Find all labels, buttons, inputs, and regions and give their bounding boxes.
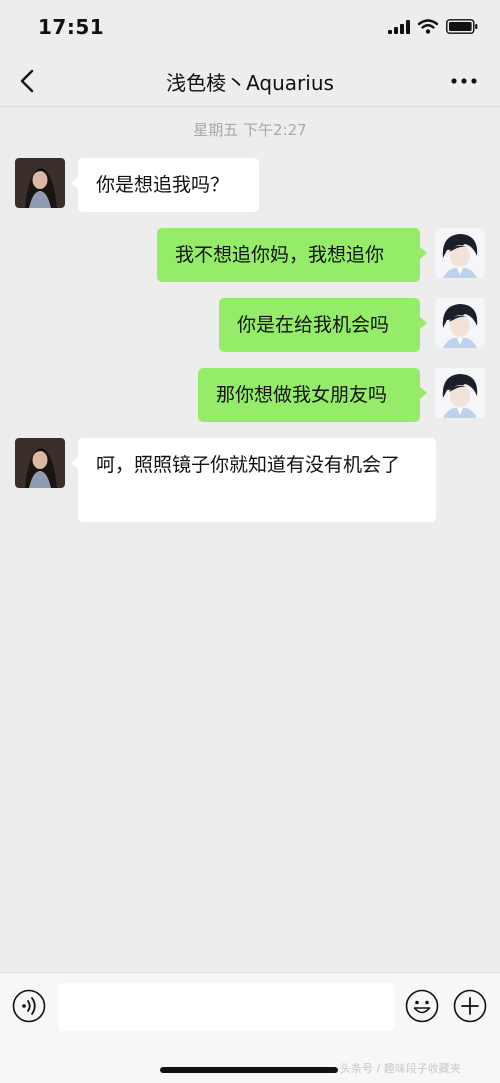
message-text: 那你想做我女朋友吗: [216, 384, 388, 406]
message-text: 你是想追我吗？: [96, 174, 230, 196]
battery-icon: [446, 19, 478, 34]
voice-input-icon[interactable]: [12, 989, 46, 1023]
message-bubble-outgoing[interactable]: 你是在给我机会吗: [219, 298, 427, 352]
message-bubble-outgoing[interactable]: 我不想追你妈，我想追你: [157, 228, 427, 282]
contact-avatar[interactable]: [15, 158, 65, 208]
back-arrow-icon[interactable]: [14, 66, 42, 96]
status-icons: [388, 19, 478, 34]
home-indicator[interactable]: [160, 1067, 338, 1073]
chat-title: 浅色棱丶Aquarius: [166, 71, 334, 95]
more-options-icon[interactable]: [448, 70, 480, 92]
emoji-icon[interactable]: [405, 989, 439, 1023]
add-more-icon[interactable]: [453, 989, 487, 1023]
user-avatar[interactable]: [435, 298, 485, 348]
nav-bar: 浅色棱丶Aquarius: [0, 56, 500, 107]
user-avatar[interactable]: [435, 368, 485, 418]
message-bubble-incoming[interactable]: 你是想追我吗？: [71, 158, 259, 212]
status-time: 17:51: [38, 15, 105, 39]
cellular-signal-icon: [388, 19, 410, 34]
contact-avatar[interactable]: [15, 438, 65, 488]
message-text: 呵，照照镜子你就知道有没有机会了: [96, 454, 401, 476]
user-avatar[interactable]: [435, 228, 485, 278]
message-text: 你是在给我机会吗: [237, 314, 390, 336]
wifi-icon: [418, 19, 438, 34]
status-bar: 17:51: [0, 0, 500, 56]
message-text: 我不想追你妈，我想追你: [175, 244, 385, 266]
input-bar: 头条号 / 趣味段子收藏夹: [0, 972, 500, 1083]
watermark: 头条号 / 趣味段子收藏夹: [340, 1062, 461, 1075]
message-input[interactable]: [58, 983, 394, 1031]
message-timestamp: 星期五 下午2:27: [193, 121, 307, 139]
message-bubble-outgoing[interactable]: 那你想做我女朋友吗: [198, 368, 427, 422]
message-bubble-incoming[interactable]: 呵，照照镜子你就知道有没有机会了: [71, 438, 436, 522]
